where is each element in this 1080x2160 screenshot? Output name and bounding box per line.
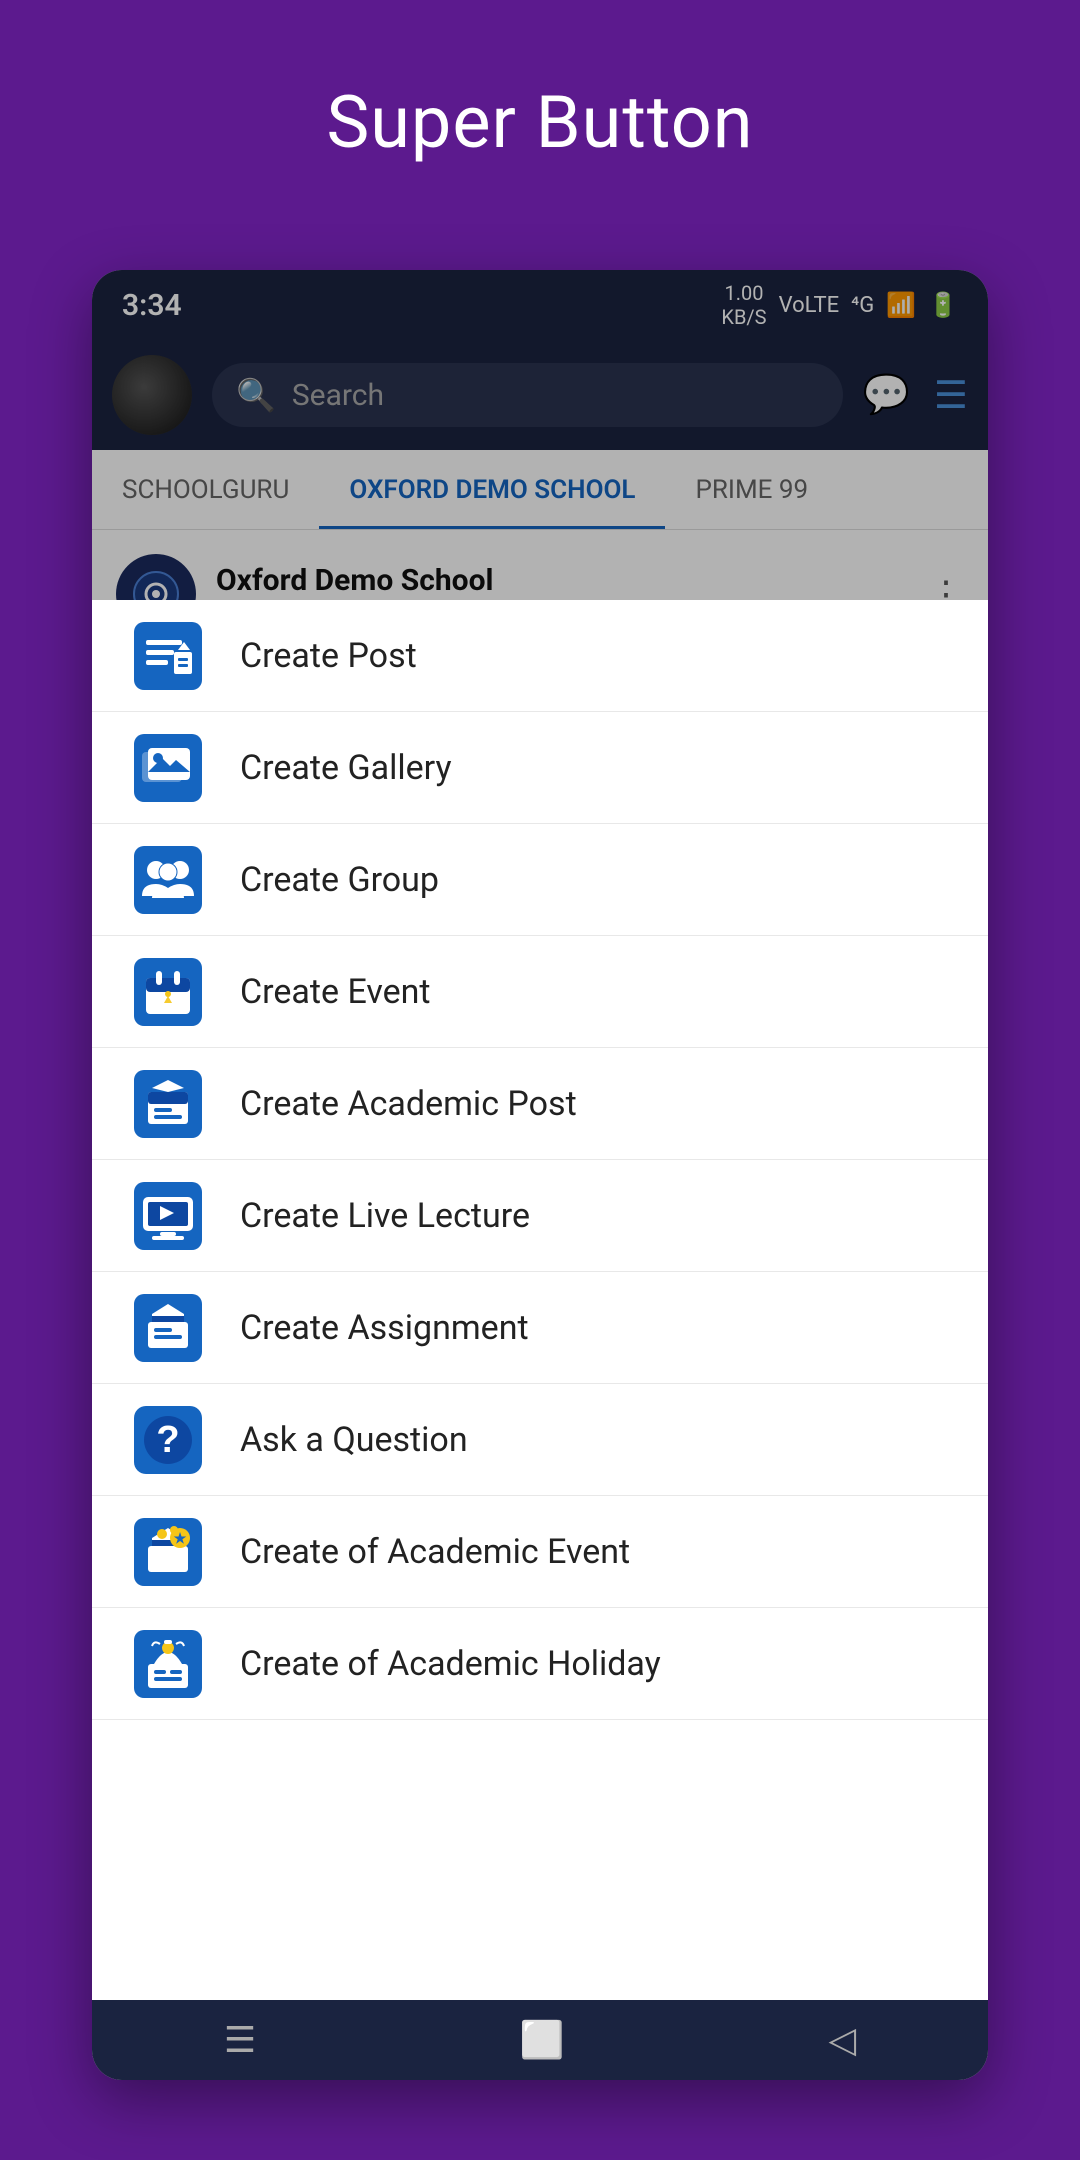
menu-item-create-academic-post[interactable]: Create Academic Post <box>92 1048 988 1160</box>
dim-overlay <box>92 270 988 600</box>
menu-item-ask-question[interactable]: ? Ask a Question <box>92 1384 988 1496</box>
create-assignment-label: Create Assignment <box>240 1308 529 1348</box>
bottom-nav: ☰ ⬜ ◁ <box>92 2000 988 2080</box>
create-live-lecture-label: Create Live Lecture <box>240 1196 530 1236</box>
menu-item-create-academic-event[interactable]: ★ Create of Academic Event <box>92 1496 988 1608</box>
menu-item-create-group[interactable]: Create Group <box>92 824 988 936</box>
menu-item-create-gallery[interactable]: Create Gallery <box>92 712 988 824</box>
page-title: Super Button <box>0 0 1080 225</box>
create-live-lecture-icon <box>132 1180 204 1252</box>
menu-item-create-academic-holiday[interactable]: Create of Academic Holiday <box>92 1608 988 1720</box>
nav-menu-icon[interactable]: ☰ <box>224 2019 256 2061</box>
nav-back-icon[interactable]: ◁ <box>828 2019 856 2061</box>
create-academic-holiday-icon <box>132 1628 204 1700</box>
create-gallery-label: Create Gallery <box>240 748 452 788</box>
nav-home-icon[interactable]: ⬜ <box>520 2019 565 2061</box>
create-event-label: Create Event <box>240 972 431 1012</box>
create-post-label: Create Post <box>240 636 417 676</box>
create-academic-event-icon: ★ <box>132 1516 204 1588</box>
super-button-menu: Create Post Create Gallery <box>92 600 988 2000</box>
menu-item-create-event[interactable]: Create Event <box>92 936 988 1048</box>
create-event-icon <box>132 956 204 1028</box>
create-post-icon <box>132 620 204 692</box>
create-academic-post-label: Create Academic Post <box>240 1084 577 1124</box>
svg-text:?: ? <box>156 1419 179 1461</box>
phone-frame: 3:34 1.00KB/S VoLTE ⁴G 📶 🔋 🔍 Search 💬 ☰ … <box>92 270 988 2080</box>
create-gallery-icon <box>132 732 204 804</box>
create-group-label: Create Group <box>240 860 439 900</box>
create-academic-event-label: Create of Academic Event <box>240 1532 630 1572</box>
create-group-icon <box>132 844 204 916</box>
menu-item-create-assignment[interactable]: Create Assignment <box>92 1272 988 1384</box>
ask-question-label: Ask a Question <box>240 1420 468 1460</box>
create-academic-post-icon <box>132 1068 204 1140</box>
menu-item-create-live-lecture[interactable]: Create Live Lecture <box>92 1160 988 1272</box>
create-academic-holiday-label: Create of Academic Holiday <box>240 1644 661 1684</box>
ask-question-icon: ? <box>132 1404 204 1476</box>
menu-item-create-post[interactable]: Create Post <box>92 600 988 712</box>
create-assignment-icon <box>132 1292 204 1364</box>
